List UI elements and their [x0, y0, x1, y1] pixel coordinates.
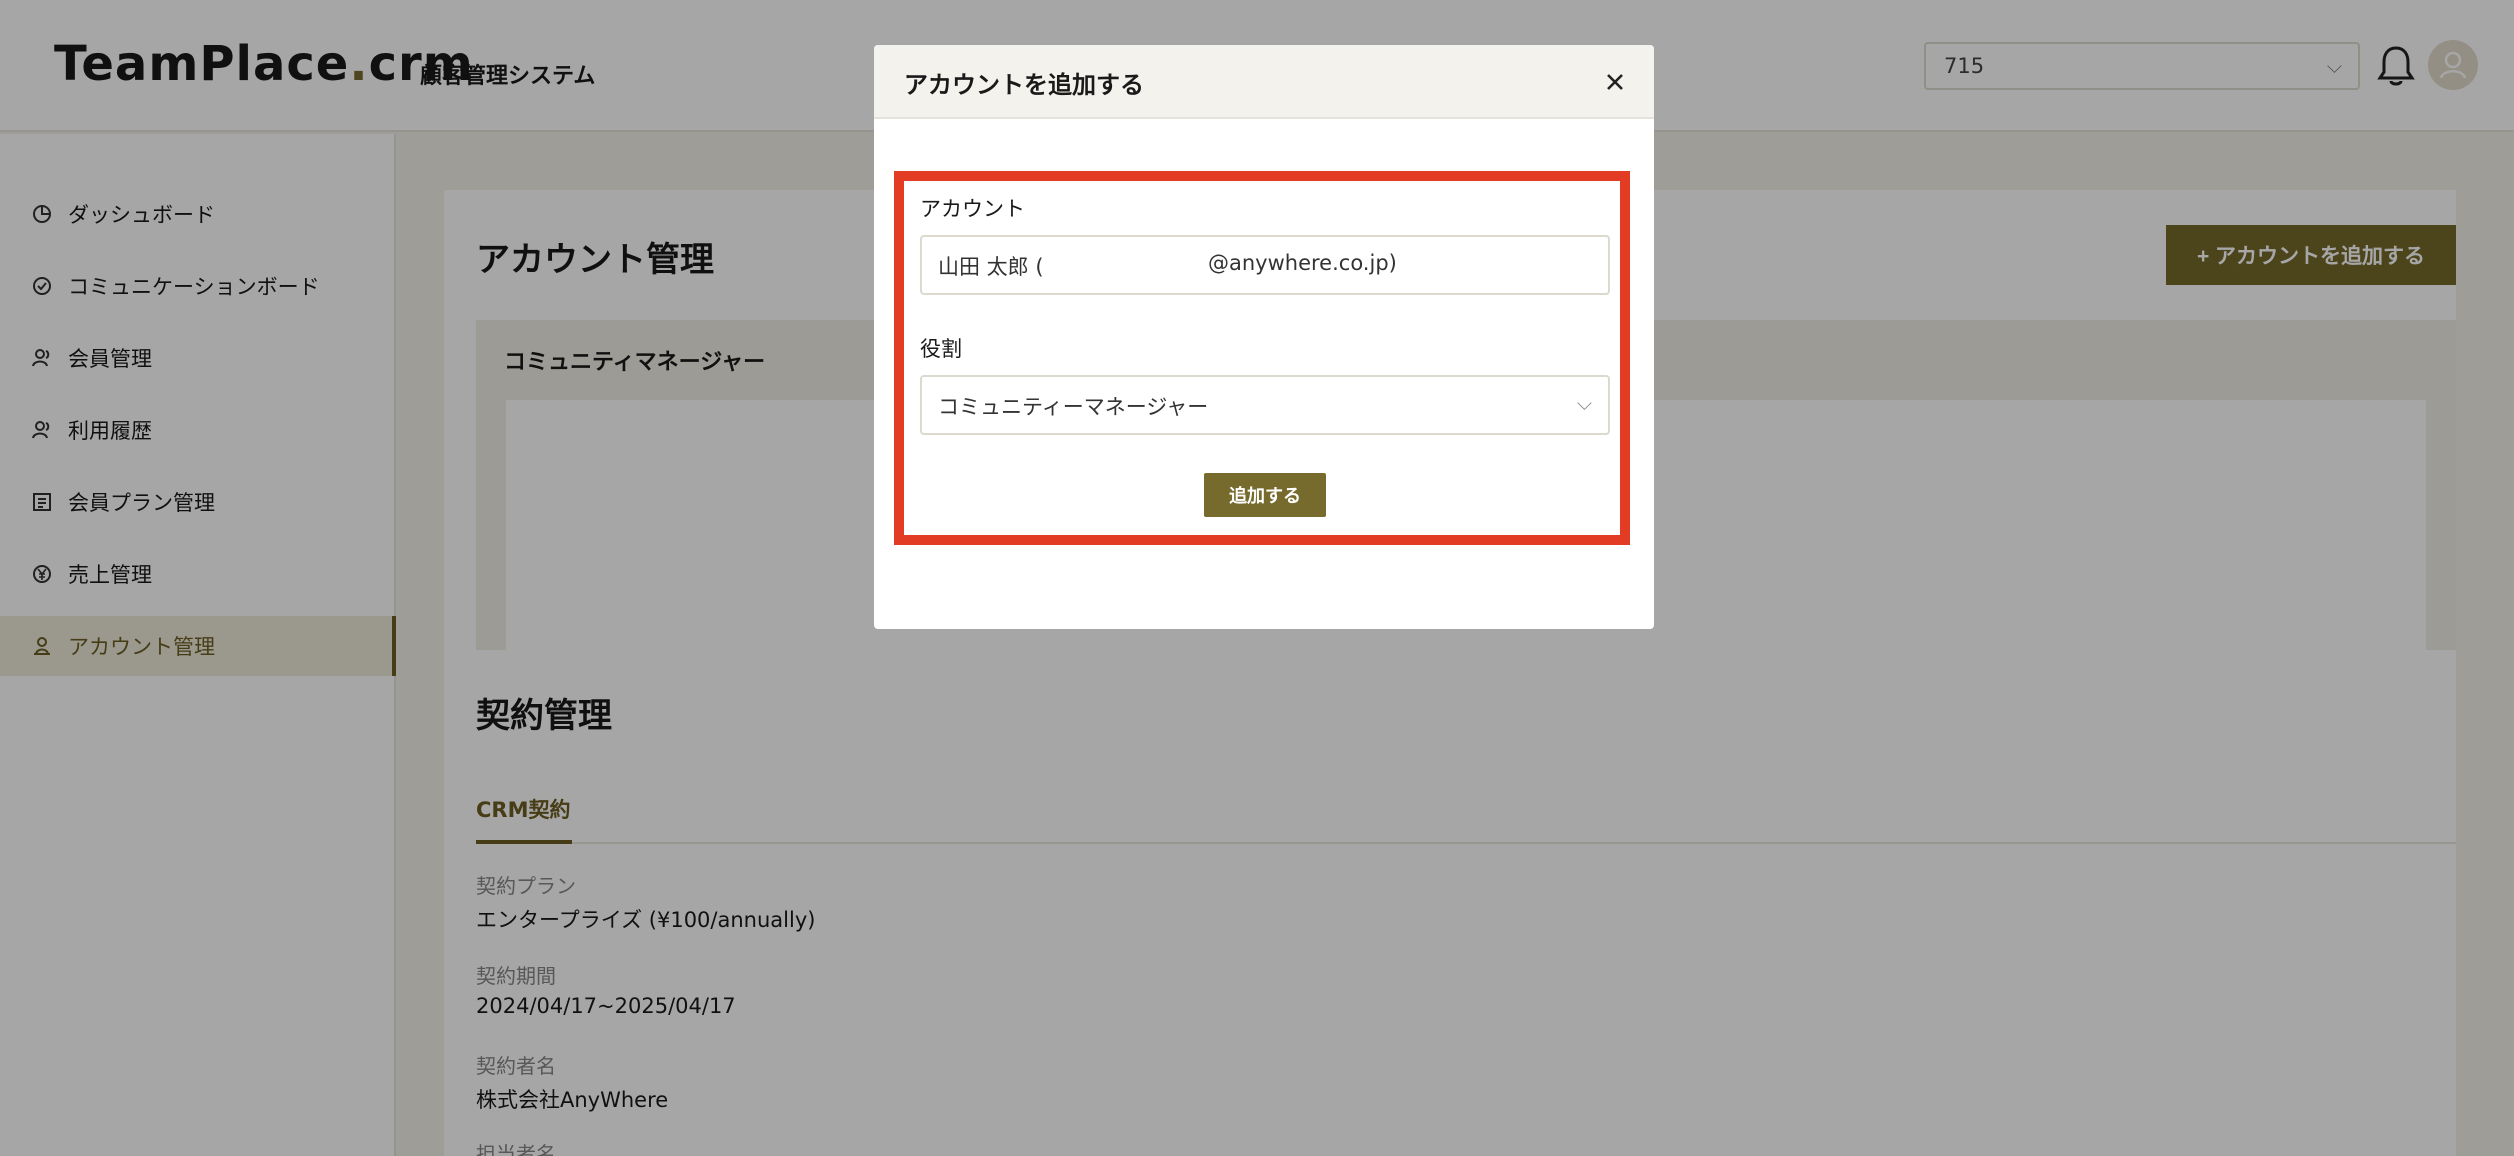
- role-select-value: コミュニティーマネージャー: [938, 395, 1209, 419]
- chevron-down-icon: ⌵: [1576, 391, 1592, 415]
- add-account-modal: アカウントを追加する アカウント 山田 太郎 ( @anywhere.co.jp…: [874, 45, 1654, 629]
- modal-title: アカウントを追加する: [904, 71, 1144, 99]
- role-select[interactable]: コミュニティーマネージャー ⌵: [920, 375, 1610, 435]
- account-field[interactable]: 山田 太郎 ( @anywhere.co.jp): [920, 235, 1610, 295]
- account-name: 山田 太郎 (: [938, 255, 1044, 279]
- close-icon[interactable]: [1600, 67, 1630, 97]
- role-label: 役割: [920, 337, 962, 361]
- modal-header: アカウントを追加する: [874, 45, 1654, 119]
- account-email: @anywhere.co.jp): [1208, 251, 1397, 275]
- submit-add-button[interactable]: 追加する: [1204, 473, 1326, 517]
- account-label: アカウント: [920, 197, 1025, 221]
